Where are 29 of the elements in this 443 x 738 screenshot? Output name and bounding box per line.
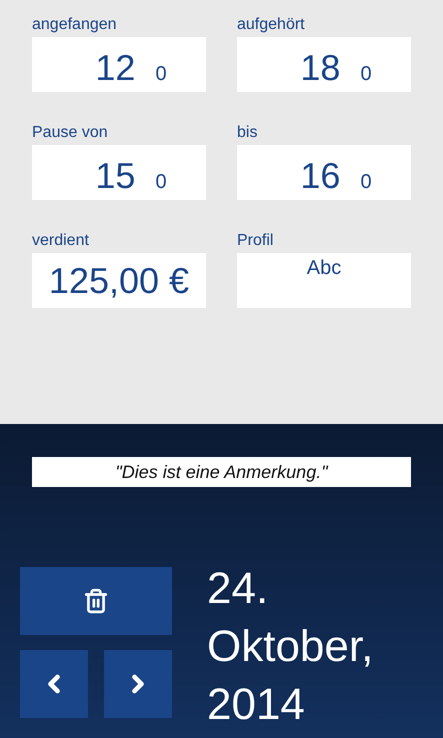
minute-value: 0 [360,64,372,86]
hour-value: 12 [94,50,136,86]
trash-icon [83,588,109,614]
profile-field[interactable]: Abc [237,253,411,308]
field-label: Pause von [32,123,109,143]
note-field[interactable]: "Dies ist eine Anmerkung." [32,457,411,487]
hour-value: 18 [299,50,340,86]
minute-value: 0 [360,172,372,194]
profile-value: Abc [306,256,342,281]
hour-value: 16 [299,158,340,194]
time-field[interactable]: 12 0 [32,37,206,92]
time-field[interactable]: 16 0 [237,145,411,200]
note-text: "Dies ist eine Anmerkung." [115,460,328,484]
date-text: 24. Oktober, 2014 [207,563,374,731]
next-button[interactable] [104,650,172,718]
minute-value: 0 [155,64,167,86]
amount-field[interactable]: 125,00 € [32,253,206,308]
amount-value: 125,00 € [48,262,190,298]
minute-value: 0 [155,172,167,194]
field-label: bis [237,123,258,143]
field-label: verdient [32,231,90,251]
hour-value: 15 [94,158,136,194]
time-field[interactable]: 18 0 [237,37,411,92]
field-label: angefangen [32,15,118,35]
field-label: Profil [237,231,274,251]
delete-button[interactable] [20,567,172,635]
field-label: aufgehört [237,15,306,35]
time-field[interactable]: 15 0 [32,145,206,200]
previous-button[interactable] [20,650,88,718]
